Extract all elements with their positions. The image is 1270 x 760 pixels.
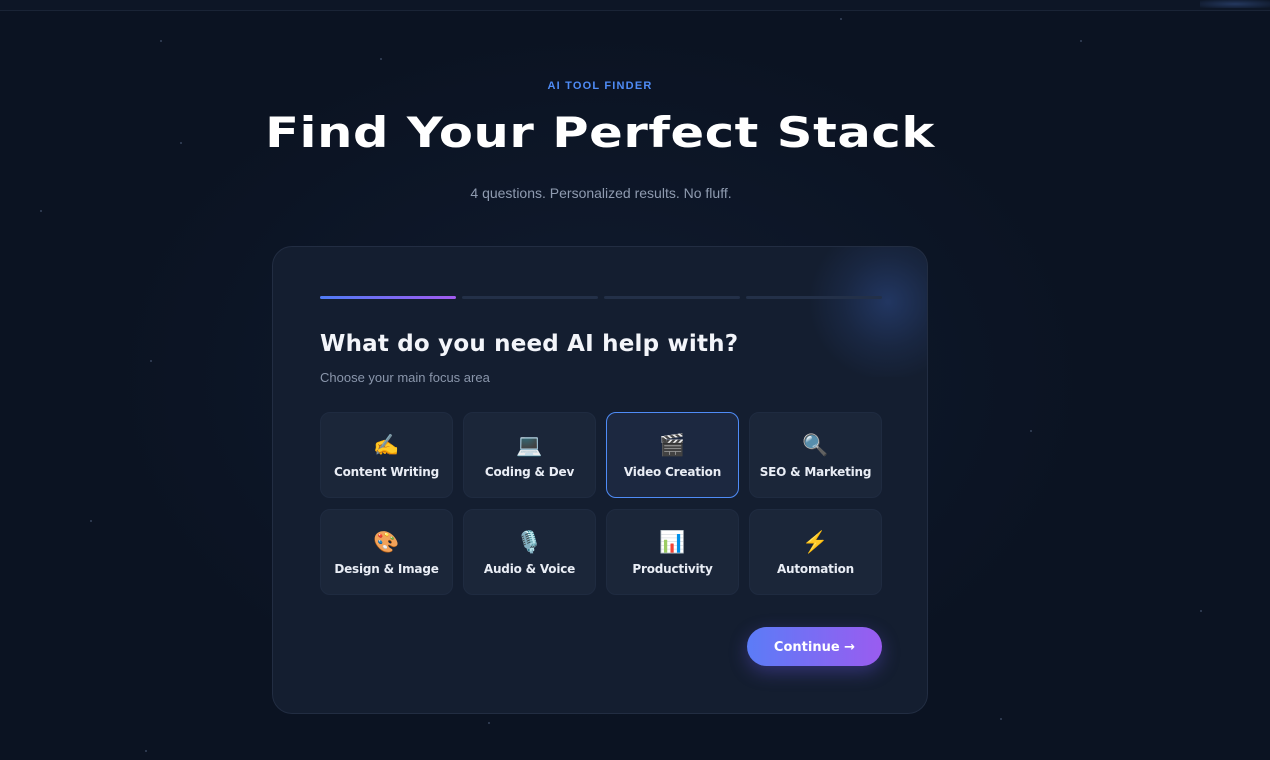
background-star — [1200, 610, 1202, 612]
option-content-writing[interactable]: ✍️ Content Writing — [320, 412, 453, 498]
option-label: Automation — [776, 562, 855, 576]
progress-bar — [320, 296, 882, 300]
page-subtitle: 4 questions. Personalized results. No fl… — [470, 185, 732, 201]
lightning-icon: ⚡ — [802, 531, 829, 554]
background-star — [488, 722, 490, 724]
background-star — [160, 40, 162, 42]
option-label: SEO & Marketing — [759, 465, 872, 479]
background-star — [40, 210, 42, 212]
top-bar-glow — [1200, 0, 1270, 8]
option-automation[interactable]: ⚡ Automation — [749, 509, 882, 595]
option-label: Productivity — [632, 562, 713, 576]
page: AI TOOL FINDER Find Your Perfect Stack 4… — [0, 0, 1270, 760]
option-label: Audio & Voice — [483, 562, 576, 576]
progress-step-1 — [320, 296, 456, 299]
background-star — [1080, 40, 1082, 42]
quiz-card: What do you need AI help with? Choose yo… — [272, 246, 928, 714]
question-hint: Choose your main focus area — [320, 370, 490, 385]
top-bar — [0, 0, 1270, 11]
card-glow — [803, 247, 927, 377]
microphone-icon: 🎙️ — [516, 531, 543, 554]
option-coding-dev[interactable]: 💻 Coding & Dev — [463, 412, 596, 498]
background-star — [90, 520, 92, 522]
background-star — [145, 750, 147, 752]
question-title: What do you need AI help with? — [320, 331, 739, 357]
option-productivity[interactable]: 📊 Productivity — [606, 509, 739, 595]
option-label: Content Writing — [334, 465, 439, 479]
option-design-image[interactable]: 🎨 Design & Image — [320, 509, 453, 595]
clapperboard-icon: 🎬 — [659, 434, 686, 457]
option-label: Video Creation — [623, 465, 722, 479]
palette-icon: 🎨 — [373, 531, 400, 554]
background-star — [840, 18, 842, 20]
eyebrow-label: AI TOOL FINDER — [547, 80, 653, 92]
option-label: Coding & Dev — [484, 465, 575, 479]
background-star — [380, 58, 382, 60]
background-star — [1030, 430, 1032, 432]
option-seo-marketing[interactable]: 🔍 SEO & Marketing — [749, 412, 882, 498]
progress-step-4 — [746, 296, 882, 299]
progress-step-3 — [604, 296, 740, 299]
option-label: Design & Image — [334, 562, 439, 576]
continue-button[interactable]: Continue → — [747, 627, 882, 666]
option-video-creation[interactable]: 🎬 Video Creation — [606, 412, 739, 498]
writing-hand-icon: ✍️ — [373, 434, 400, 457]
page-title: Find Your Perfect Stack — [265, 108, 935, 157]
bar-chart-icon: 📊 — [659, 531, 686, 554]
background-star — [150, 360, 152, 362]
magnifier-icon: 🔍 — [802, 434, 829, 457]
option-audio-voice[interactable]: 🎙️ Audio & Voice — [463, 509, 596, 595]
background-star — [1000, 718, 1002, 720]
progress-step-2 — [462, 296, 598, 299]
laptop-icon: 💻 — [516, 434, 543, 457]
